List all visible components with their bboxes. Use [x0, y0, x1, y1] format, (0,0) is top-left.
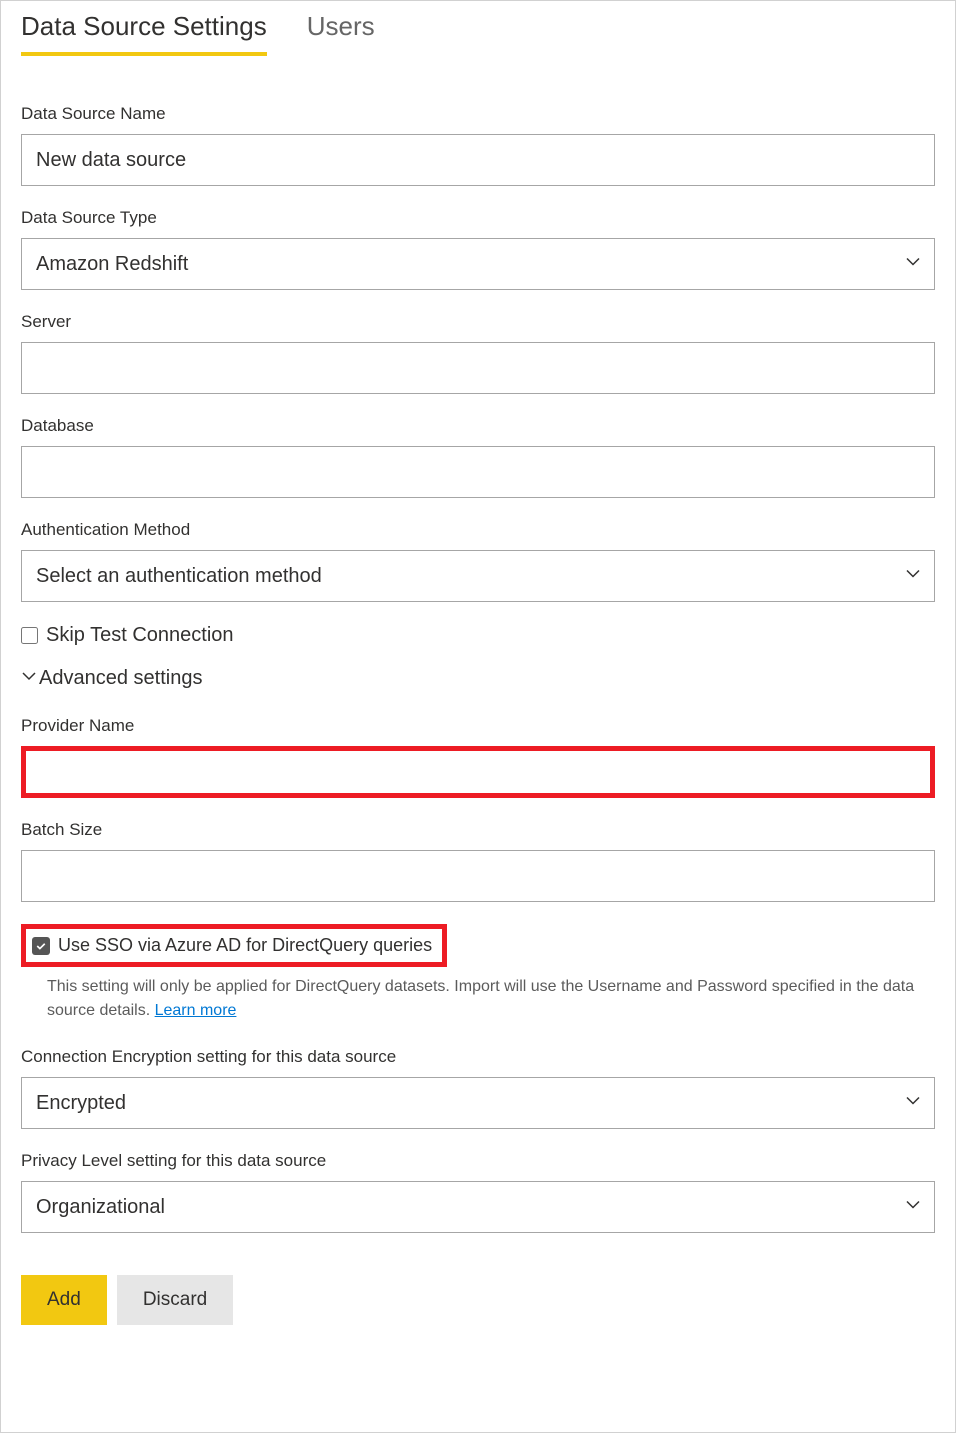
skip-test-label: Skip Test Connection: [46, 624, 234, 647]
sso-checkbox[interactable]: [32, 937, 50, 955]
batch-size-label: Batch Size: [21, 820, 935, 840]
privacy-level-select[interactable]: Organizational: [21, 1181, 935, 1233]
auth-method-label: Authentication Method: [21, 520, 935, 540]
sso-checkbox-label: Use SSO via Azure AD for DirectQuery que…: [58, 935, 432, 956]
tab-users[interactable]: Users: [307, 11, 375, 56]
privacy-level-label: Privacy Level setting for this data sour…: [21, 1151, 935, 1171]
provider-name-label: Provider Name: [21, 716, 935, 736]
advanced-settings-label: Advanced settings: [39, 667, 202, 690]
data-source-name-input[interactable]: [21, 134, 935, 186]
batch-size-input[interactable]: [21, 850, 935, 902]
provider-name-input[interactable]: [21, 746, 935, 798]
data-source-name-label: Data Source Name: [21, 104, 935, 124]
advanced-settings-toggle[interactable]: Advanced settings: [21, 667, 935, 690]
tab-data-source-settings[interactable]: Data Source Settings: [21, 11, 267, 56]
connection-encryption-select[interactable]: Encrypted: [21, 1077, 935, 1129]
discard-button[interactable]: Discard: [117, 1275, 233, 1325]
server-label: Server: [21, 312, 935, 332]
tabs-bar: Data Source Settings Users: [21, 1, 935, 56]
add-button[interactable]: Add: [21, 1275, 107, 1325]
server-input[interactable]: [21, 342, 935, 394]
connection-encryption-label: Connection Encryption setting for this d…: [21, 1047, 935, 1067]
sso-hint-text: This setting will only be applied for Di…: [47, 975, 935, 1023]
data-source-type-select[interactable]: Amazon Redshift: [21, 238, 935, 290]
skip-test-checkbox[interactable]: [21, 627, 38, 644]
sso-checkbox-highlight: Use SSO via Azure AD for DirectQuery que…: [21, 924, 447, 967]
database-label: Database: [21, 416, 935, 436]
learn-more-link[interactable]: Learn more: [155, 1002, 237, 1019]
database-input[interactable]: [21, 446, 935, 498]
chevron-down-icon: [21, 667, 37, 690]
data-source-type-label: Data Source Type: [21, 208, 935, 228]
auth-method-select[interactable]: Select an authentication method: [21, 550, 935, 602]
